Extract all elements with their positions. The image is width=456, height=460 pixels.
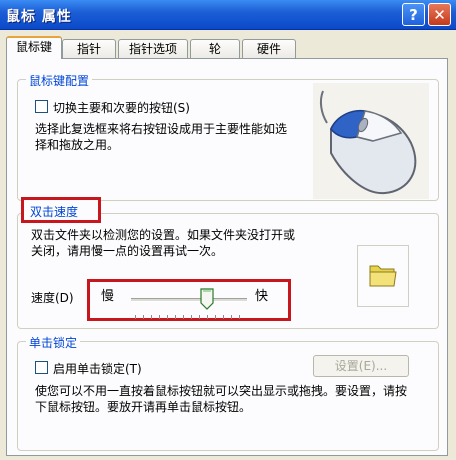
click-lock-checkbox[interactable] bbox=[35, 361, 48, 374]
mouse-icon bbox=[313, 83, 429, 199]
help-button[interactable]: ? bbox=[402, 3, 425, 26]
window-title: 鼠标 属性 bbox=[6, 9, 72, 25]
speed-slider-thumb[interactable] bbox=[199, 288, 214, 310]
test-folder[interactable] bbox=[357, 245, 409, 307]
speed-label: 速度(D) bbox=[31, 291, 74, 305]
speed-slider-track[interactable] bbox=[131, 298, 247, 302]
double-click-description: 双击文件夹以检测您的设置。如果文件夹没打开或关闭，请用慢一点的设置再试一次。 bbox=[31, 228, 296, 258]
button-config-legend: 鼠标键配置 bbox=[26, 72, 93, 89]
double-click-legend: 双击速度 bbox=[30, 205, 79, 219]
tab-pointer-options[interactable]: 指针选项 bbox=[118, 39, 188, 58]
switch-buttons-label[interactable]: 切换主要和次要的按钮(S) bbox=[53, 99, 190, 116]
switch-buttons-checkbox[interactable] bbox=[35, 100, 48, 113]
tab-buttons[interactable]: 鼠标键 bbox=[6, 36, 62, 59]
slow-label: 慢 bbox=[101, 289, 115, 304]
close-button[interactable]: ✕ bbox=[428, 3, 451, 26]
tab-panel: 鼠标键配置 切换主要和次要的按钮(S) 选择此复选框来将右按钮设成用于主要性能如… bbox=[6, 58, 448, 456]
fast-label: 快 bbox=[255, 289, 269, 304]
tab-hardware[interactable]: 硬件 bbox=[242, 39, 296, 58]
click-lock-settings-button[interactable]: 设置(E)... bbox=[313, 355, 409, 377]
tab-wheel[interactable]: 轮 bbox=[190, 39, 240, 58]
speed-slider-ticks bbox=[135, 315, 247, 319]
click-lock-legend: 单击锁定 bbox=[26, 334, 81, 351]
button-config-description: 选择此复选框来将右按钮设成用于主要性能如选择和拖放之用。 bbox=[35, 122, 288, 152]
tab-pointers[interactable]: 指针 bbox=[62, 39, 116, 58]
help-icon: ? bbox=[409, 5, 418, 24]
double-click-legend-highlight: 双击速度 bbox=[21, 197, 101, 223]
click-lock-description: 使您可以不用一直按着鼠标按钮就可以突出显示或拖拽。要设置，请按下鼠标按钮。要放开… bbox=[35, 384, 408, 414]
click-lock-label[interactable]: 启用单击锁定(T) bbox=[53, 360, 142, 377]
close-icon: ✕ bbox=[433, 5, 446, 24]
title-bar[interactable]: 鼠标 属性 ? ✕ bbox=[0, 0, 456, 30]
folder-icon bbox=[369, 265, 397, 287]
